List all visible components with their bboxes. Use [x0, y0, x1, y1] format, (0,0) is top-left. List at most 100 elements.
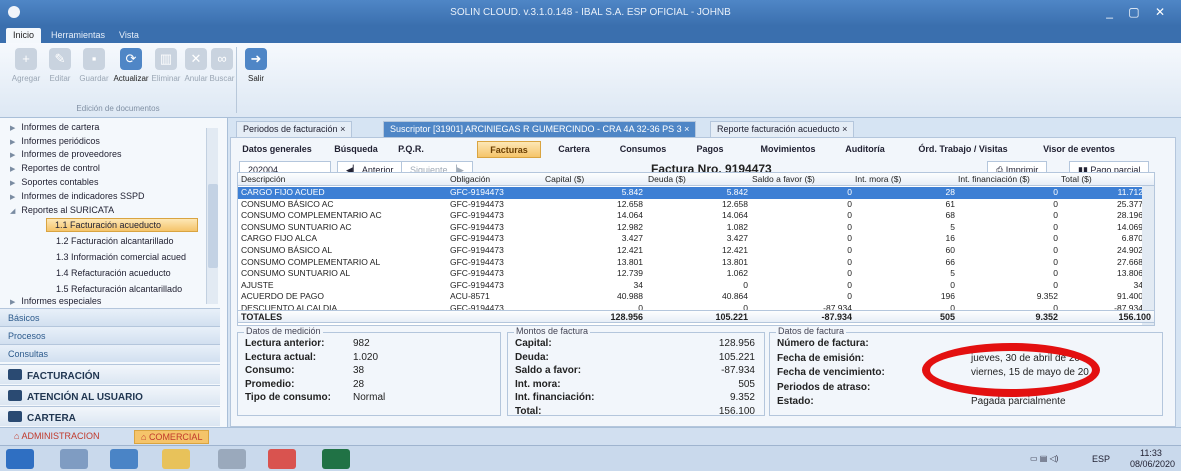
table-row[interactable]: CONSUMO COMPLEMENTARIO AL GFC-9194473 13.8… [238, 256, 1154, 269]
table-cell: 0 [1053, 198, 1058, 209]
header-saldo[interactable]: Saldo a favor ($) [752, 173, 815, 186]
table-cell: 12.658 [722, 198, 748, 209]
header-descripcion[interactable]: Descripción [241, 173, 285, 186]
module-comercial[interactable]: ⌂ COMERCIAL [134, 430, 210, 444]
table-cell: 5.842 [621, 187, 643, 197]
clock-time[interactable]: 11:33 [1140, 448, 1162, 458]
calculator-icon[interactable] [218, 449, 246, 469]
window-controls[interactable]: _ ▢ ✕ [1106, 5, 1171, 19]
total-deuda: 105.221 [715, 312, 748, 322]
nav-sub-facturacion-acueducto[interactable]: 1.1 Facturación acueducto [46, 218, 198, 232]
table-row[interactable]: CARGO FIJO ACUED GFC-9194473 5.842 5.842 0 28… [238, 187, 1154, 199]
nav-sub-informacion-comercial[interactable]: 1.3 Información comercial acued [56, 252, 186, 262]
table-cell: 0 [847, 221, 852, 232]
nav-section-basicos[interactable]: Básicos [0, 308, 220, 326]
medicion-legend: Datos de medición [244, 326, 323, 336]
table-cell: 40.864 [722, 291, 748, 302]
header-deuda[interactable]: Deuda ($) [648, 173, 686, 186]
folder-icon[interactable] [162, 449, 190, 469]
solin-icon[interactable] [268, 449, 296, 469]
header-obligacion[interactable]: Obligación [450, 173, 490, 186]
nav-item-informes-especiales[interactable]: ▶ Informes especiales [10, 296, 101, 306]
ie-icon[interactable] [110, 449, 138, 469]
close-icon[interactable]: × [340, 124, 345, 134]
medicion-label: Lectura actual: [245, 351, 317, 363]
tab-suscriptor[interactable]: Suscriptor [31901] ARCINIEGAS R GUMERCIN… [383, 121, 697, 137]
table-row[interactable]: CONSUMO COMPLEMENTARIO AC GFC-9194473 14.0… [238, 210, 1154, 222]
table-cell: 3.427 [621, 233, 643, 244]
excel-icon[interactable] [322, 449, 350, 469]
nav-item-informes-proveedores[interactable]: ▶ Informes de proveedores [10, 149, 121, 159]
nav-sub-facturacion-alcantarillado[interactable]: 1.2 Facturación alcantarillado [56, 236, 174, 246]
table-cell: 1.062 [726, 268, 748, 279]
close-icon[interactable]: × [842, 124, 847, 134]
table-cell: 13.801 [722, 256, 748, 267]
menu-vista[interactable]: Vista [112, 28, 146, 43]
pencil-icon: ✎ [49, 48, 71, 70]
tray-icons[interactable]: ▭ ▤ ◁) [1030, 454, 1058, 463]
nav-scrollbar[interactable] [206, 128, 218, 304]
tab-reporte[interactable]: Reporte facturación acueducto × [710, 121, 855, 137]
table-cell: 5 [950, 268, 955, 279]
montos-legend: Montos de factura [514, 326, 591, 336]
table-cell: ACUERDO DE PAGO [241, 291, 324, 302]
medicion-value: 38 [353, 365, 365, 376]
nav-item-indicadores-sspd[interactable]: ▶ Informes de indicadores SSPD [10, 191, 144, 201]
table-cell: 0 [847, 233, 852, 244]
clock-date[interactable]: 08/06/2020 [1130, 459, 1175, 469]
billing-icon [8, 369, 22, 380]
module-facturacion[interactable]: FACTURACIÓN [0, 364, 220, 384]
explorer-icon[interactable] [60, 449, 88, 469]
table-row[interactable]: CONSUMO SUNTUARIO AC GFC-9194473 12.982 1.0… [238, 221, 1154, 234]
header-int-financiacion[interactable]: Int. financiación ($) [958, 173, 1030, 186]
expand-arrow-icon: ▶ [10, 180, 16, 187]
refresh-icon: ⟳ [120, 48, 142, 70]
nav-sub-refacturacion-alcantarillado[interactable]: 1.5 Refacturación alcantarillado [56, 284, 182, 294]
table-cell: 28.196 [1117, 210, 1143, 221]
header-capital[interactable]: Capital ($) [545, 173, 584, 186]
nav-item-soportes-contables[interactable]: ▶ Soportes contables [10, 177, 98, 187]
nav-item-informes-periodicos[interactable]: ▶ Informes periódicos [10, 136, 100, 146]
table-cell: GFC-9194473 [450, 245, 504, 255]
table-row[interactable]: ACUERDO DE PAGO ACU-8571 40.988 40.864 0 196 9… [238, 291, 1154, 303]
menu-inicio[interactable]: Inicio [6, 28, 42, 43]
nav-section-procesos[interactable]: Procesos [0, 326, 220, 344]
nav-scroll-thumb[interactable] [208, 184, 218, 268]
menu-bar: Inicio Herramientas Vista [0, 26, 1181, 43]
module-administracion[interactable]: ⌂ ADMINISTRACION [8, 430, 105, 444]
table-cell: 0 [1053, 233, 1058, 244]
header-int-mora[interactable]: Int. mora ($) [855, 173, 901, 186]
language-indicator[interactable]: ESP [1092, 454, 1110, 464]
table-cell: 5.842 [726, 187, 748, 197]
nav-section-consultas[interactable]: Consultas [0, 344, 220, 362]
table-row[interactable]: CONSUMO SUNTUARIO AL GFC-9194473 12.739 1.0… [238, 268, 1154, 280]
table-row[interactable]: CONSUMO BÁSICO AL GFC-9194473 12.421 12.421… [238, 245, 1154, 257]
navigation-panel: ▶ Informes de cartera ▶ Informes periódico… [0, 118, 228, 427]
start-icon[interactable] [6, 449, 34, 469]
table-row[interactable]: AJUSTE GFC-9194473 34 0 0 0 0 34 [238, 280, 1154, 292]
module-atencion-usuario[interactable]: ATENCIÓN AL USUARIO [0, 385, 220, 405]
header-total[interactable]: Total ($) [1061, 173, 1092, 186]
table-row[interactable]: CARGO FIJO ALCA GFC-9194473 3.427 3.427 0 16 0… [238, 233, 1154, 245]
exit-button[interactable]: ➜ Salir [234, 48, 278, 83]
table-scrollbar[interactable] [1142, 186, 1154, 325]
close-icon[interactable]: × [684, 124, 689, 134]
table-cell: GFC-9194473 [450, 233, 504, 244]
nav-item-reportes-control[interactable]: ▶ Reportes de control [10, 163, 100, 173]
table-cell: CONSUMO BÁSICO AC [241, 198, 334, 209]
expand-arrow-icon: ▶ [10, 194, 16, 201]
table-cell: 0 [1053, 187, 1058, 197]
table-cell: GFC-9194473 [450, 198, 504, 209]
table-row[interactable]: CONSUMO BÁSICO AC GFC-9194473 12.658 12.658… [238, 198, 1154, 211]
tab-periodos[interactable]: Periodos de facturación × [236, 121, 353, 137]
table-cell: 0 [1053, 245, 1058, 255]
table-cell: 0 [1053, 256, 1058, 267]
nav-item-informes-cartera[interactable]: ▶ Informes de cartera [10, 122, 99, 132]
montos-label: Int. mora: [515, 378, 561, 390]
datos-legend: Datos de factura [776, 326, 847, 336]
table-cell: 0 [847, 210, 852, 221]
nav-sub-refacturacion-acueducto[interactable]: 1.4 Refacturación acueducto [56, 268, 171, 278]
menu-herramientas[interactable]: Herramientas [44, 28, 112, 43]
module-cartera[interactable]: CARTERA [0, 406, 220, 426]
nav-item-reportes-suricata[interactable]: ◢ Reportes al SURICATA [10, 205, 114, 215]
